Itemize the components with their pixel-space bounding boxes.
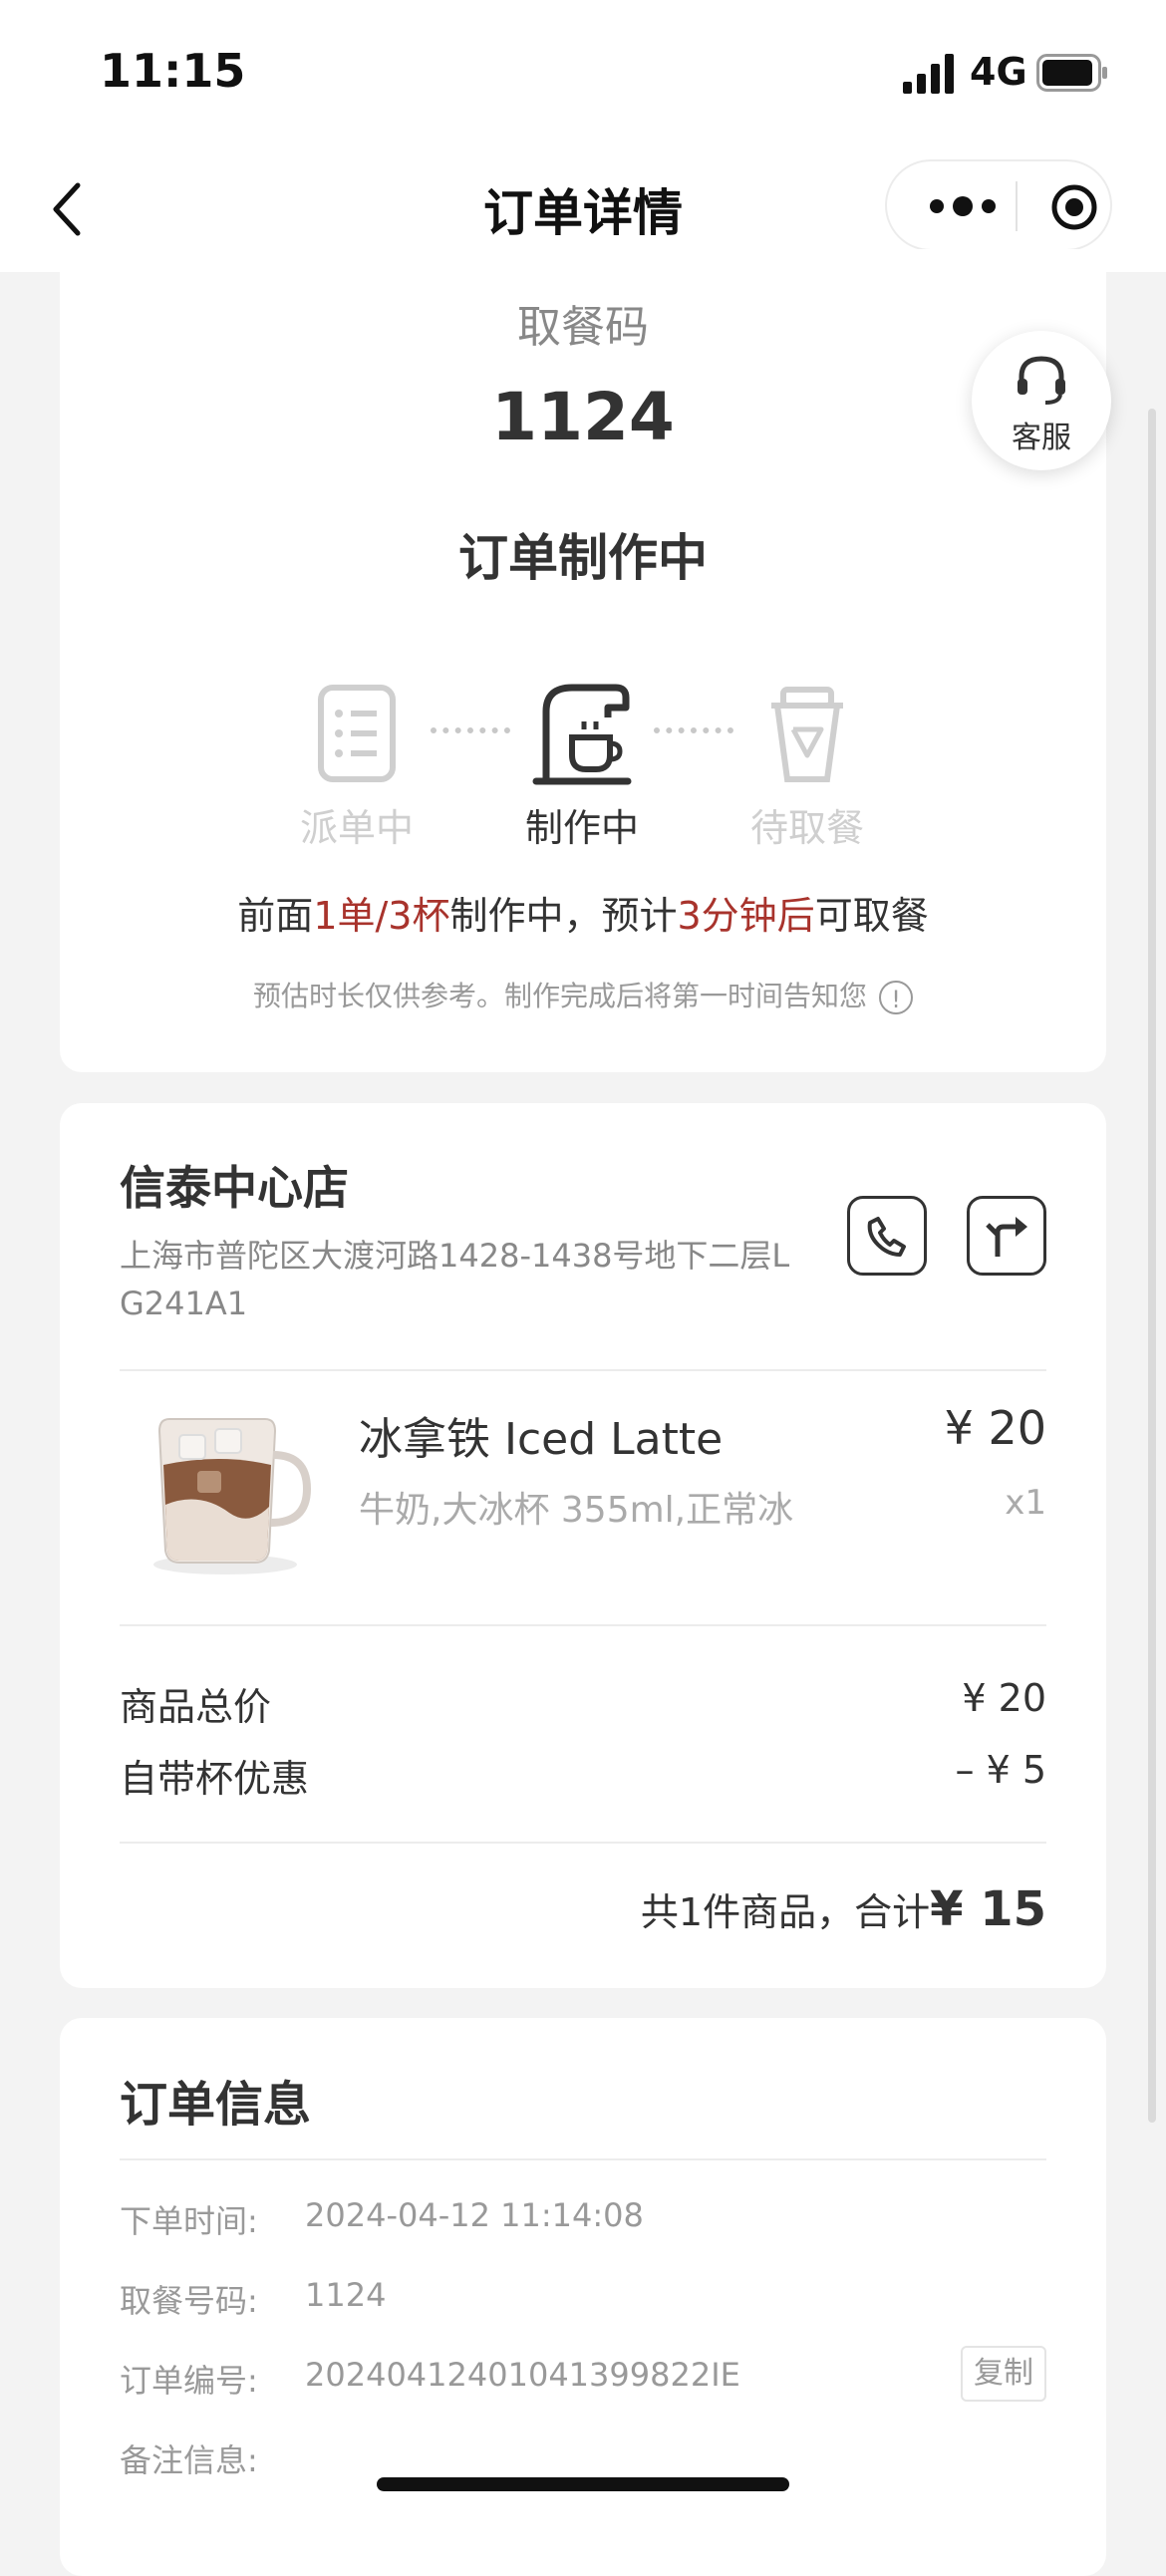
step-label-ready: 待取餐: [749, 806, 864, 850]
queue-count: 1单/3杯: [313, 894, 450, 938]
step-label-dispatching: 派单中: [299, 806, 414, 850]
queue-wait-time: 3分钟后: [677, 894, 815, 938]
pickup-number-value: 1124: [305, 2276, 387, 2314]
network-type: 4G: [970, 50, 1027, 94]
call-store-button[interactable]: [847, 1196, 927, 1276]
status-time: 11:15: [100, 44, 246, 98]
subtotal-label: 商品总价: [120, 1685, 272, 1729]
cup-discount-label: 自带杯优惠: [120, 1757, 310, 1801]
store-address: 上海市普陀区大渡河路1428-1438号地下二层LG241A1: [120, 1237, 790, 1322]
product-spec: 牛奶,大冰杯 355ml,正常冰: [359, 1490, 794, 1531]
divider: [120, 2158, 1046, 2160]
step-label-making: 制作中: [524, 806, 639, 850]
progress-connector-1: [431, 727, 510, 739]
divider: [120, 1369, 1046, 1371]
coffee-machine-icon: [532, 684, 632, 785]
order-status-title: 订单制作中: [458, 529, 708, 587]
progress-connector-2: [654, 727, 733, 739]
close-target-icon[interactable]: [1050, 183, 1098, 231]
order-total-amount: ¥ 15: [930, 1881, 1046, 1937]
capsule-divider: [1016, 181, 1018, 231]
customer-service-button[interactable]: 客服: [972, 331, 1111, 470]
estimate-note-text: 预估时长仅供参考。制作完成后将第一时间告知您: [252, 980, 867, 1012]
store-name: 信泰中心店: [120, 1161, 349, 1215]
order-number-value: 20240412401041399822IE: [305, 2356, 740, 2394]
subtotal-value: ¥ 20: [962, 1676, 1046, 1720]
queue-prefix: 前面: [237, 894, 314, 938]
divider: [120, 1624, 1046, 1626]
order-total: 共1件商品，合计¥ 15: [641, 1881, 1046, 1937]
order-list-icon: [318, 685, 396, 782]
order-time-value: 2024-04-12 11:14:08: [305, 2196, 644, 2234]
pickup-code-label: 取餐码: [517, 302, 649, 353]
more-icon[interactable]: [927, 189, 999, 223]
signal-icon: [903, 54, 954, 94]
navigation-arrow-icon: [986, 1217, 1027, 1257]
status-bar: 11:15 4G: [0, 0, 1166, 149]
queue-status-text: 前面1单/3杯制作中，预计3分钟后可取餐: [0, 885, 1166, 940]
order-time-label: 下单时间:: [120, 2202, 258, 2240]
order-total-prefix: 共1件商品，合计: [640, 1890, 931, 1934]
pickup-card: [60, 249, 1106, 1072]
queue-middle: 制作中，预计: [449, 894, 678, 938]
product-quantity: x1: [1005, 1483, 1046, 1523]
cup-discount-value: – ¥ 5: [955, 1748, 1046, 1792]
divider: [120, 1842, 1046, 1844]
customer-service-label: 客服: [1012, 421, 1071, 455]
queue-suffix: 可取餐: [814, 894, 929, 938]
remark-label: 备注信息:: [120, 2441, 258, 2479]
pickup-number-label: 取餐号码:: [120, 2282, 258, 2320]
copy-order-number-button[interactable]: 复制: [961, 2346, 1046, 2402]
order-number-label: 订单编号:: [120, 2362, 258, 2400]
info-icon[interactable]: !: [879, 981, 913, 1014]
iced-latte-image: [153, 1418, 312, 1574]
home-indicator[interactable]: [377, 2477, 789, 2491]
battery-icon: [1036, 54, 1107, 92]
product-name: 冰拿铁 Iced Latte: [359, 1414, 724, 1465]
navigate-store-button[interactable]: [967, 1196, 1046, 1276]
mini-program-capsule: [885, 159, 1112, 251]
estimate-note: 预估时长仅供参考。制作完成后将第一时间告知您!: [0, 975, 1166, 1014]
cup-icon: [771, 687, 843, 782]
headset-icon: [1018, 356, 1065, 405]
phone-icon: [867, 1217, 906, 1257]
scrollbar[interactable]: [1148, 409, 1156, 2123]
product-price: ¥ 20: [944, 1401, 1046, 1455]
order-info-title: 订单信息: [120, 2077, 312, 2133]
